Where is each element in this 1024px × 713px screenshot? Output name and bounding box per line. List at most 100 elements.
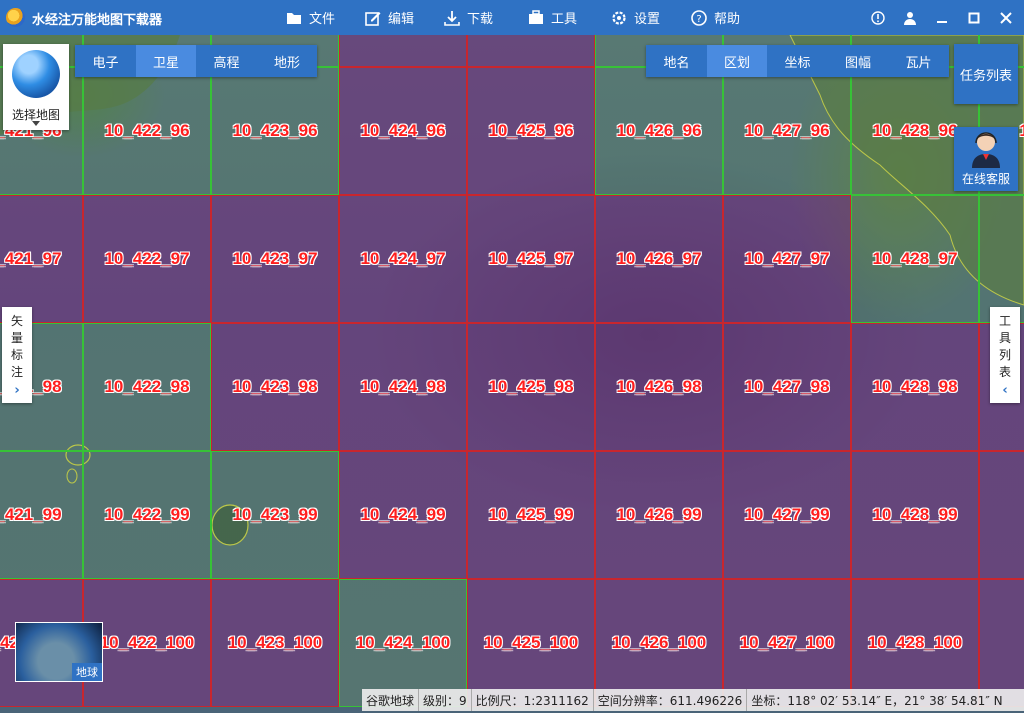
tab-place-names[interactable]: 地名	[646, 45, 707, 77]
vector-label-panel-toggle[interactable]: 矢量标注 ›	[2, 307, 32, 403]
tile-423_98[interactable]: 10_423_98	[211, 323, 339, 451]
tile-426_98[interactable]: 10_426_98	[595, 323, 723, 451]
tile-425_99[interactable]: 10_425_99	[467, 451, 595, 579]
status-source: 谷歌地球	[362, 689, 420, 711]
tile-label: 10_428_100	[867, 633, 963, 652]
tile-424_100[interactable]: 10_424_100	[339, 579, 467, 707]
tile-label: 10_425_99	[488, 505, 574, 524]
menu-file[interactable]: 文件	[285, 0, 335, 35]
status-coords: 坐标：118° 02′ 53.14″ E，21° 38′ 54.81″ N	[751, 693, 1003, 708]
tile-429_99[interactable]: 10	[979, 451, 1024, 579]
tile-427_99[interactable]: 10_427_99	[723, 451, 851, 579]
tile-label: 10_422_97	[104, 249, 190, 268]
tile-label: 10_422_99	[104, 505, 190, 524]
tile-label: 10_424_98	[360, 377, 446, 396]
tile-label: 10_428_99	[872, 505, 958, 524]
tile-428_100[interactable]: 10_428_100	[851, 579, 979, 707]
tile-425_100[interactable]: 10_425_100	[467, 579, 595, 707]
maximize-icon[interactable]	[958, 0, 990, 35]
tab-satellite[interactable]: 卫星	[136, 45, 196, 77]
support-label: 在线客服	[961, 172, 1010, 186]
map-canvas[interactable]: 10_421_9610_422_9610_423_9610_424_9610_4…	[0, 35, 1024, 713]
tile-label: 10_427_96	[744, 121, 830, 140]
tile-label: 10_426_96	[616, 121, 702, 140]
menu-help[interactable]: ? 帮助	[690, 0, 740, 35]
tile-423_97[interactable]: 10_423_97	[211, 195, 339, 323]
tile-423_96[interactable]: 10_423_96	[211, 67, 339, 195]
tile-425_96[interactable]: 10_425_96	[467, 67, 595, 195]
close-icon[interactable]	[990, 0, 1022, 35]
tile-425_95[interactable]	[467, 35, 595, 67]
status-bar: 谷歌地球 级别：9 比例尺：1:2311162 空间分辨率：611.496226…	[362, 689, 1024, 711]
tile-422_98[interactable]: 10_422_98	[83, 323, 211, 451]
tile-426_96[interactable]: 10_426_96	[595, 67, 723, 195]
support-agent-icon	[972, 132, 1000, 168]
tab-electronic[interactable]: 电子	[75, 45, 136, 77]
tile-427_98[interactable]: 10_427_98	[723, 323, 851, 451]
user-icon[interactable]	[894, 0, 926, 35]
tool-list-panel-toggle[interactable]: 工具列表 ‹	[990, 307, 1020, 403]
menu-edit[interactable]: 编辑	[364, 0, 414, 35]
tile-427_96[interactable]: 10_427_96	[723, 67, 851, 195]
status-level: 级别：9	[419, 689, 472, 711]
tile-425_97[interactable]: 10_425_97	[467, 195, 595, 323]
minimize-icon[interactable]	[926, 0, 958, 35]
tile-428_98[interactable]: 10_428_98	[851, 323, 979, 451]
tile-423_99[interactable]: 10_423_99	[211, 451, 339, 579]
tile-label: 10_421_97	[0, 249, 62, 268]
tile-429_100[interactable]: 10	[979, 579, 1024, 707]
tile-label: 10_425_96	[488, 121, 574, 140]
tile-label: 10_424_97	[360, 249, 446, 268]
tab-admin-regions[interactable]: 区划	[707, 45, 767, 77]
tile-426_99[interactable]: 10_426_99	[595, 451, 723, 579]
tile-label: 10_427_97	[744, 249, 830, 268]
tile-422_96[interactable]: 10_422_96	[83, 67, 211, 195]
tile-label: 10	[980, 505, 1024, 525]
app-logo-icon	[6, 8, 25, 27]
tile-424_99[interactable]: 10_424_99	[339, 451, 467, 579]
tile-422_99[interactable]: 10_422_99	[83, 451, 211, 579]
task-list-button[interactable]: 任务列表	[954, 44, 1018, 104]
tile-424_97[interactable]: 10_424_97	[339, 195, 467, 323]
menu-settings[interactable]: 设置	[610, 0, 660, 35]
toolbox-icon	[527, 9, 545, 27]
globe-icon	[12, 50, 60, 98]
tab-coordinates[interactable]: 坐标	[767, 45, 828, 77]
folder-icon	[285, 9, 303, 27]
tile-424_98[interactable]: 10_424_98	[339, 323, 467, 451]
map-select-button[interactable]: 选择地图	[3, 44, 69, 130]
tile-428_99[interactable]: 10_428_99	[851, 451, 979, 579]
tile-427_97[interactable]: 10_427_97	[723, 195, 851, 323]
tile-421_99[interactable]: 10_421_99	[0, 451, 83, 579]
tab-elevation[interactable]: 高程	[196, 45, 257, 77]
tile-426_100[interactable]: 10_426_100	[595, 579, 723, 707]
tab-tiles[interactable]: 瓦片	[888, 45, 949, 77]
tile-label: 10_426_97	[616, 249, 702, 268]
tile-label: 10_423_97	[232, 249, 318, 268]
tile-421_97[interactable]: 10_421_97	[0, 195, 83, 323]
tab-map-sheets[interactable]: 图幅	[828, 45, 888, 77]
tile-424_96[interactable]: 10_424_96	[339, 67, 467, 195]
menu-tools[interactable]: 工具	[527, 0, 577, 35]
tile-422_97[interactable]: 10_422_97	[83, 195, 211, 323]
tile-424_95[interactable]	[339, 35, 467, 67]
tile-423_100[interactable]: 10_423_100	[211, 579, 339, 707]
tile-426_97[interactable]: 10_426_97	[595, 195, 723, 323]
tile-label: 10_426_100	[611, 633, 707, 652]
tile-428_97[interactable]: 10_428_97	[851, 195, 979, 323]
tile-label: 10_422_98	[104, 377, 190, 396]
tile-label: 10	[980, 633, 1024, 653]
earth-view-button[interactable]: 地球	[15, 622, 103, 682]
tile-427_100[interactable]: 10_427_100	[723, 579, 851, 707]
tab-terrain[interactable]: 地形	[257, 45, 317, 77]
tile-425_98[interactable]: 10_425_98	[467, 323, 595, 451]
chevron-down-icon	[32, 121, 40, 126]
info-icon[interactable]	[862, 0, 894, 35]
download-icon	[443, 9, 461, 27]
tile-429_97[interactable]: 10	[979, 195, 1024, 323]
tile-label: 10	[980, 249, 1024, 269]
online-support-button[interactable]: 在线客服	[954, 127, 1018, 191]
menu-download[interactable]: 下载	[443, 0, 493, 35]
tile-label: 10_423_99	[232, 505, 318, 524]
tile-label: 10_425_98	[488, 377, 574, 396]
